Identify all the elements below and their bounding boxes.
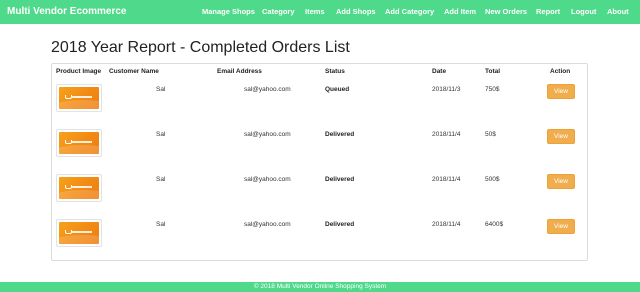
cart-icon	[65, 140, 72, 144]
customer-name: Sal	[156, 221, 166, 228]
email-address: sal@yahoo.com	[244, 221, 291, 228]
view-button[interactable]: View	[547, 174, 575, 189]
order-status: Queued	[325, 86, 350, 93]
nav-category[interactable]: Category	[262, 7, 295, 16]
view-button[interactable]: View	[547, 129, 575, 144]
email-address: sal@yahoo.com	[244, 86, 291, 93]
customer-name: Sal	[156, 86, 166, 93]
product-image	[56, 174, 102, 202]
order-date: 2018/11/4	[432, 221, 461, 228]
cart-icon	[65, 185, 72, 189]
header-email-address: Email Address	[217, 68, 262, 75]
order-date: 2018/11/4	[432, 131, 461, 138]
customer-name: Sal	[156, 131, 166, 138]
header-product-image: Product Image	[56, 68, 102, 75]
nav-report[interactable]: Report	[536, 7, 560, 16]
view-button[interactable]: View	[547, 84, 575, 99]
order-total: 6400$	[485, 221, 504, 228]
nav-manage-shops[interactable]: Manage Shops	[202, 7, 255, 16]
header-status: Status	[325, 68, 345, 75]
email-address: sal@yahoo.com	[244, 176, 291, 183]
nav-logout[interactable]: Logout	[571, 7, 596, 16]
order-total: 750$	[485, 86, 500, 93]
nav-about[interactable]: About	[607, 7, 629, 16]
header-customer-name: Customer Name	[109, 68, 159, 75]
top-navbar: Multi Vendor Ecommerce Manage Shops Cate…	[0, 0, 640, 24]
cart-icon	[65, 230, 72, 234]
nav-add-category[interactable]: Add Category	[385, 7, 434, 16]
product-image	[56, 219, 102, 247]
header-action: Action	[550, 68, 571, 75]
cart-icon	[65, 95, 72, 99]
order-status: Delivered	[325, 131, 355, 138]
order-total: 500$	[485, 176, 500, 183]
footer: © 2018 Multi Vendor Online Shopping Syst…	[0, 282, 640, 292]
product-image	[56, 129, 102, 157]
page-title: 2018 Year Report - Completed Orders List	[51, 39, 350, 56]
nav-add-item[interactable]: Add Item	[444, 7, 476, 16]
nav-add-shops[interactable]: Add Shops	[336, 7, 376, 16]
order-total: 50$	[485, 131, 496, 138]
order-status: Delivered	[325, 176, 355, 183]
order-date: 2018/11/4	[432, 176, 461, 183]
customer-name: Sal	[156, 176, 166, 183]
product-image	[56, 84, 102, 112]
brand-link[interactable]: Multi Vendor Ecommerce	[7, 6, 126, 17]
order-date: 2018/11/3	[432, 86, 461, 93]
nav-items[interactable]: Items	[305, 7, 325, 16]
nav-new-orders[interactable]: New Orders	[485, 7, 527, 16]
orders-table-panel	[51, 63, 588, 261]
order-status: Delivered	[325, 221, 355, 228]
header-total: Total	[485, 68, 501, 75]
header-date: Date	[432, 68, 447, 75]
view-button[interactable]: View	[547, 219, 575, 234]
email-address: sal@yahoo.com	[244, 131, 291, 138]
